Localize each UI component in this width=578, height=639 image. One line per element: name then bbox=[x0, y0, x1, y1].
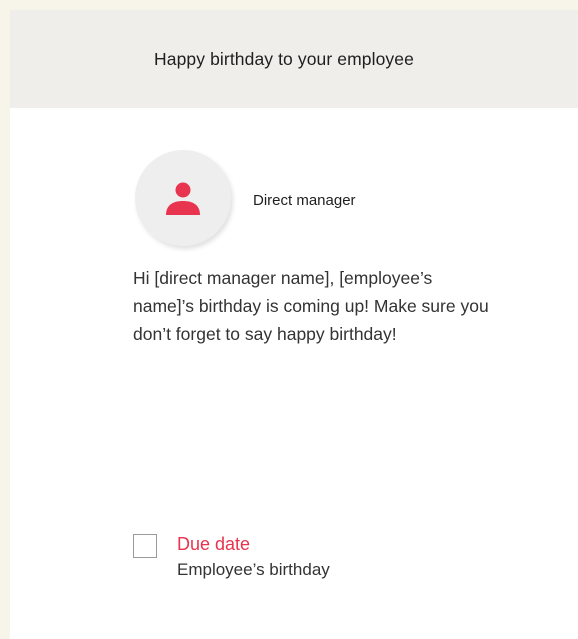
person-icon bbox=[166, 182, 200, 215]
card-header: Happy birthday to your employee bbox=[10, 10, 578, 108]
task-text: Due date Employee’s birthday bbox=[177, 532, 330, 583]
sender-row: Direct manager bbox=[135, 150, 356, 246]
due-date-checkbox[interactable] bbox=[133, 534, 157, 558]
due-date-label: Due date bbox=[177, 534, 251, 554]
due-date-task: Due date Employee’s birthday bbox=[133, 532, 330, 583]
card-title: Happy birthday to your employee bbox=[154, 48, 414, 69]
avatar bbox=[135, 150, 231, 246]
notification-card: Happy birthday to your employee Direct m… bbox=[10, 10, 578, 639]
due-date-value: Employee’s birthday bbox=[177, 560, 330, 579]
sender-role: Direct manager bbox=[253, 191, 356, 209]
message-body: Hi [direct manager name], [employee’s na… bbox=[133, 268, 489, 344]
